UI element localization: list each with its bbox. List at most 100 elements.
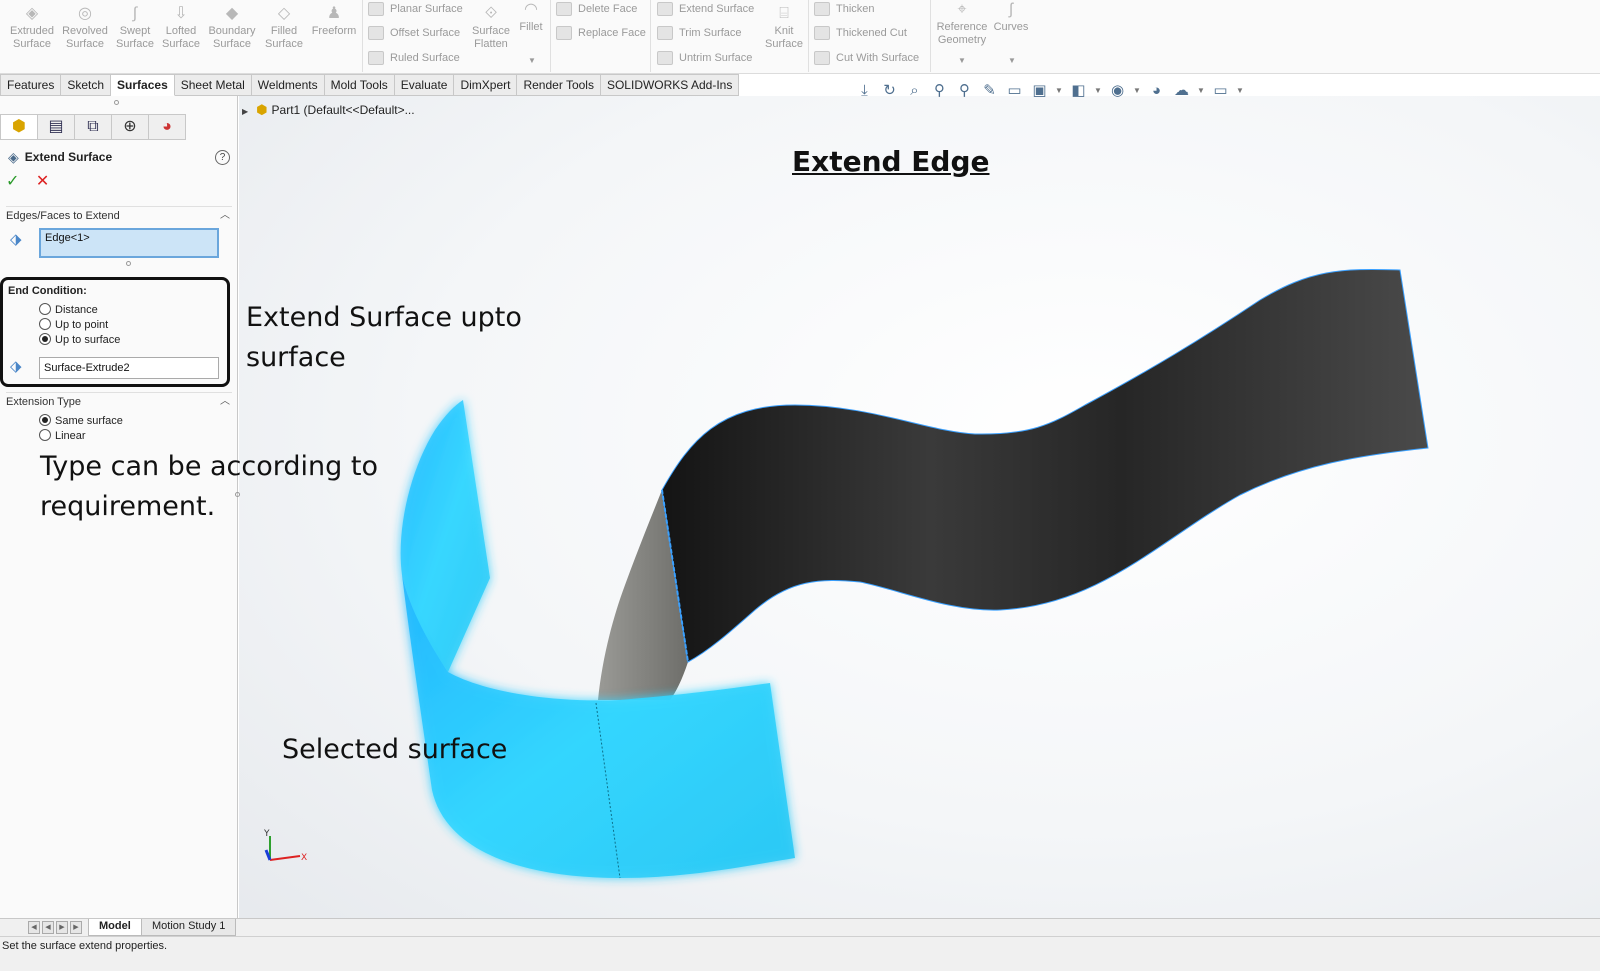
tab-mold-tools[interactable]: Mold Tools xyxy=(324,74,395,96)
lofted-surface-button[interactable]: ⇩ Lofted Surface xyxy=(159,4,203,51)
cancel-button[interactable]: ✕ xyxy=(36,173,49,190)
display-style-icon[interactable]: ◧ xyxy=(1069,81,1088,100)
end-condition-distance-radio[interactable]: Distance xyxy=(39,303,98,318)
freeform-icon: ♟ xyxy=(326,5,342,22)
tab-motion-study-1[interactable]: Motion Study 1 xyxy=(141,919,237,936)
cut-with-surface-icon xyxy=(814,51,830,66)
feature-manager-icon: ⬢ xyxy=(12,118,26,135)
zoom-in-out-icon[interactable]: ⚲ xyxy=(930,81,949,100)
zoom-to-area-icon[interactable]: ⌕ xyxy=(905,81,924,100)
collapse-caret-icon[interactable]: ︿ xyxy=(220,393,230,411)
tab-weldments[interactable]: Weldments xyxy=(251,74,325,96)
filled-surface-button[interactable]: ◇ Filled Surface xyxy=(262,4,306,51)
next-tab-button[interactable]: ▶ xyxy=(56,921,68,934)
reference-geometry-dropdown-icon[interactable]: ▼ xyxy=(958,56,966,65)
ok-button[interactable]: ✓ xyxy=(6,173,19,190)
display-manager-tab[interactable]: ◕ xyxy=(148,114,186,140)
configuration-manager-tab[interactable]: ⧉ xyxy=(74,114,112,140)
radio-circle xyxy=(39,318,51,330)
end-condition-label: End Condition: xyxy=(8,285,87,297)
untrim-surface-button[interactable]: Untrim Surface xyxy=(657,49,752,67)
tab-solidworks-add-ins[interactable]: SOLIDWORKS Add-Ins xyxy=(600,74,740,96)
hide-show-items-icon[interactable]: ◉ xyxy=(1108,81,1127,100)
reference-geometry-icon: ⌖ xyxy=(957,1,967,18)
knit-surface-button[interactable]: ⌸ Knit Surface xyxy=(762,4,806,51)
tab-evaluate[interactable]: Evaluate xyxy=(394,74,455,96)
tab-surfaces[interactable]: Surfaces xyxy=(111,74,175,96)
chevron-down-icon[interactable]: ▼ xyxy=(1197,81,1205,100)
command-manager-tabs: Features Sketch Surfaces Sheet Metal Weldmen… xyxy=(0,74,740,96)
property-manager-tab[interactable]: ▤ xyxy=(37,114,75,140)
tab-sketch[interactable]: Sketch xyxy=(61,74,112,96)
swept-surface-button[interactable]: ∫ Swept Surface xyxy=(112,4,158,51)
curves-button[interactable]: ʃ Curves xyxy=(992,0,1030,34)
chevron-down-icon[interactable]: ▼ xyxy=(1055,81,1063,100)
manager-tabs: ⬢ ▤ ⧉ ⊕ ◕ xyxy=(0,114,186,142)
extension-linear-radio[interactable]: Linear xyxy=(39,429,86,444)
last-tab-button[interactable]: ▶ xyxy=(70,921,82,934)
end-condition-up-to-point-radio[interactable]: Up to point xyxy=(39,318,108,333)
revolved-surface-button[interactable]: ◎ Revolved Surface xyxy=(61,4,109,51)
fillet-dropdown-icon[interactable]: ▼ xyxy=(528,56,536,65)
filled-surface-icon: ◇ xyxy=(277,5,291,22)
curves-dropdown-icon[interactable]: ▼ xyxy=(1008,56,1016,65)
tab-model[interactable]: Model xyxy=(88,919,142,936)
panel-splitter-handle[interactable] xyxy=(114,100,119,105)
edit-appearance-icon[interactable]: ◕ xyxy=(1147,81,1166,100)
feature-manager-tab[interactable]: ⬢ xyxy=(0,114,38,140)
replace-face-button[interactable]: Replace Face xyxy=(556,24,646,42)
panel-collapse-handle[interactable] xyxy=(235,492,240,497)
extension-same-surface-radio[interactable]: Same surface xyxy=(39,414,123,429)
tab-render-tools[interactable]: Render Tools xyxy=(517,74,601,96)
view-settings-icon[interactable]: ▭ xyxy=(1211,81,1230,100)
tab-sheet-metal[interactable]: Sheet Metal xyxy=(174,74,252,96)
thickened-cut-button[interactable]: Thickened Cut xyxy=(814,24,907,42)
cut-with-surface-button[interactable]: Cut With Surface xyxy=(814,49,919,67)
trim-surface-button[interactable]: Trim Surface xyxy=(657,24,742,42)
first-tab-button[interactable]: ◀ xyxy=(28,921,40,934)
help-icon[interactable]: ? xyxy=(215,149,230,165)
previous-view-icon[interactable]: ✎ xyxy=(980,81,999,100)
delete-face-button[interactable]: Delete Face xyxy=(556,0,637,18)
offset-surface-button[interactable]: Offset Surface xyxy=(368,24,460,42)
planar-surface-button[interactable]: Planar Surface xyxy=(368,0,463,18)
view-orientation-icon[interactable]: ▣ xyxy=(1030,81,1049,100)
rotate-view-icon[interactable]: ↻ xyxy=(880,81,899,100)
zoom-to-fit-icon[interactable]: ⤓ xyxy=(855,81,874,100)
freeform-button[interactable]: ♟ Freeform xyxy=(310,4,358,38)
prev-tab-button[interactable]: ◀ xyxy=(42,921,54,934)
ruled-surface-button[interactable]: Ruled Surface xyxy=(368,49,460,67)
section-view-icon[interactable]: ▭ xyxy=(1005,81,1024,100)
end-condition-up-to-surface-radio[interactable]: Up to surface xyxy=(39,333,120,348)
fillet-button[interactable]: ◠ Fillet xyxy=(516,0,546,34)
extend-surface-button[interactable]: Extend Surface xyxy=(657,0,754,18)
graphics-area[interactable] xyxy=(239,96,1600,938)
list-resize-handle[interactable] xyxy=(126,261,131,266)
dimxpert-icon: ⊕ xyxy=(123,118,137,135)
expand-arrow-icon[interactable]: ▶ xyxy=(242,107,248,116)
collapse-caret-icon[interactable]: ︿ xyxy=(220,207,230,225)
reference-geometry-button[interactable]: ⌖ Reference Geometry xyxy=(934,0,990,47)
extension-type-section-header[interactable]: Extension Type ︿ xyxy=(6,392,232,410)
thickened-cut-icon xyxy=(814,26,830,41)
end-surface-selection-box[interactable]: Surface-Extrude2 xyxy=(39,357,219,379)
chevron-down-icon[interactable]: ▼ xyxy=(1133,81,1141,100)
property-manager-header: ◈ Extend Surface ? xyxy=(8,148,230,166)
thicken-button[interactable]: Thicken xyxy=(814,0,875,18)
edges-faces-section-header[interactable]: Edges/Faces to Extend ︿ xyxy=(6,206,232,224)
boundary-surface-button[interactable]: ◆ Boundary Surface xyxy=(206,4,258,51)
edges-faces-selection-box[interactable]: Edge<1> xyxy=(39,228,219,258)
tab-features[interactable]: Features xyxy=(0,74,62,96)
dimxpert-manager-tab[interactable]: ⊕ xyxy=(111,114,149,140)
chevron-down-icon[interactable]: ▼ xyxy=(1094,81,1102,100)
surface-flatten-button[interactable]: ⟐ Surface Flatten xyxy=(468,4,514,51)
extend-surface-icon xyxy=(657,2,673,17)
lofted-surface-icon: ⇩ xyxy=(174,5,188,22)
feature-tree-flyout[interactable]: ▶ ⬢ Part1 (Default<<Default>... xyxy=(242,101,415,119)
apply-scene-icon[interactable]: ☁ xyxy=(1172,81,1191,100)
extruded-surface-button[interactable]: ◈ Extruded Surface xyxy=(8,4,56,51)
annotation-extend-line1: Extend Surface upto xyxy=(246,302,522,333)
zoom-to-selection-icon[interactable]: ⚲ xyxy=(955,81,974,100)
tab-dimxpert[interactable]: DimXpert xyxy=(454,74,518,96)
chevron-down-icon[interactable]: ▼ xyxy=(1236,81,1244,100)
